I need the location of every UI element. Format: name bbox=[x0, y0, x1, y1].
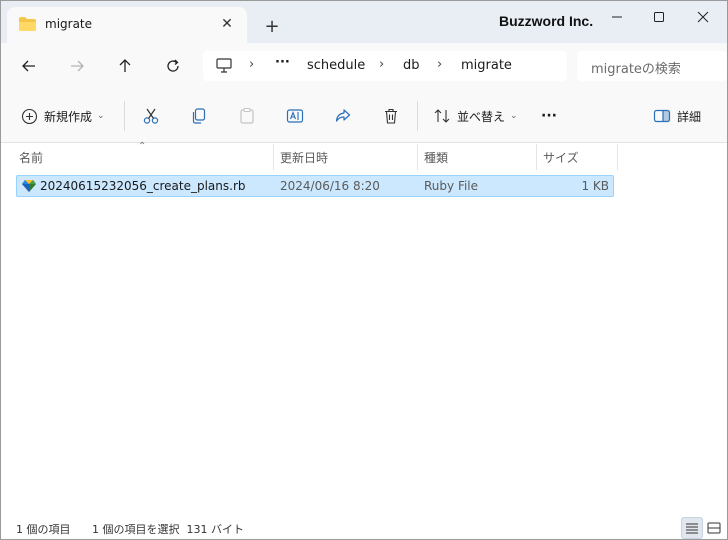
list-view-icon bbox=[686, 523, 698, 534]
cut-button[interactable] bbox=[142, 103, 160, 129]
toolbar-divider bbox=[124, 101, 125, 131]
column-divider[interactable] bbox=[417, 144, 418, 170]
breadcrumb-schedule[interactable]: schedule bbox=[307, 58, 365, 73]
up-button[interactable] bbox=[109, 51, 141, 81]
column-header-modified[interactable]: 更新日時 bbox=[280, 149, 328, 166]
delete-button[interactable] bbox=[382, 103, 400, 129]
watermark-text: Buzzword Inc. bbox=[499, 13, 594, 29]
file-explorer-window: migrate ✕ + Buzzword Inc. › ··· schedule… bbox=[0, 0, 728, 540]
tab-migrate[interactable]: migrate ✕ bbox=[7, 7, 247, 43]
forward-button[interactable] bbox=[61, 51, 93, 81]
selection-info: 1 個の項目を選択 131 バイト bbox=[92, 523, 244, 536]
column-header-type[interactable]: 種類 bbox=[424, 149, 448, 166]
details-view-button[interactable] bbox=[681, 517, 703, 539]
sort-arrows-icon bbox=[434, 109, 450, 123]
file-name: 20240615232056_create_plans.rb bbox=[40, 179, 246, 193]
status-bar: 1 個の項目 1 個の項目を選択 131 バイト bbox=[1, 513, 727, 539]
maximize-icon bbox=[654, 12, 664, 22]
column-header-size[interactable]: サイズ bbox=[543, 149, 579, 166]
chevron-down-icon: ⌄ bbox=[97, 111, 105, 121]
details-pane-label: 詳細 bbox=[677, 109, 702, 124]
minimize-icon bbox=[612, 16, 622, 18]
new-button[interactable]: 新規作成 ⌄ bbox=[21, 103, 105, 129]
scissors-icon bbox=[143, 108, 159, 124]
share-icon bbox=[335, 109, 351, 122]
tab-close-button[interactable]: ✕ bbox=[215, 13, 239, 35]
clipboard-icon bbox=[240, 107, 254, 124]
copy-button[interactable] bbox=[190, 103, 208, 129]
maximize-button[interactable] bbox=[637, 1, 681, 33]
new-tab-button[interactable]: + bbox=[259, 13, 285, 39]
breadcrumb-separator: › bbox=[249, 57, 255, 72]
back-button[interactable] bbox=[13, 51, 45, 81]
paste-button[interactable] bbox=[238, 103, 256, 129]
trash-icon bbox=[385, 108, 397, 124]
details-pane-icon bbox=[653, 109, 671, 123]
breadcrumb-migrate[interactable]: migrate bbox=[461, 58, 512, 73]
close-window-button[interactable] bbox=[681, 1, 725, 33]
refresh-icon bbox=[167, 59, 179, 72]
computer-icon bbox=[216, 58, 232, 73]
breadcrumb-separator: › bbox=[379, 57, 385, 72]
copy-icon bbox=[192, 108, 206, 124]
search-placeholder: migrateの検索 bbox=[591, 62, 681, 77]
new-button-label: 新規作成 bbox=[44, 109, 93, 124]
plus-circle-icon bbox=[21, 108, 38, 124]
column-divider[interactable] bbox=[617, 144, 618, 170]
up-arrow-icon bbox=[119, 59, 131, 72]
chevron-down-icon: ⌄ bbox=[510, 111, 518, 121]
minimize-button[interactable] bbox=[595, 1, 639, 33]
title-bar: migrate ✕ + Buzzword Inc. bbox=[1, 1, 727, 43]
address-bar[interactable]: › ··· schedule › db › migrate bbox=[203, 51, 567, 81]
toolbar-divider bbox=[417, 101, 418, 131]
file-type: Ruby File bbox=[424, 179, 479, 193]
forward-arrow-icon bbox=[71, 60, 84, 72]
close-icon bbox=[697, 11, 709, 23]
more-icon: ··· bbox=[541, 108, 557, 124]
sort-button-label: 並べ替え bbox=[457, 109, 506, 124]
sort-ascending-icon: ⌃ bbox=[138, 141, 147, 152]
breadcrumb-overflow[interactable]: ··· bbox=[275, 55, 290, 70]
details-pane-button[interactable]: 詳細 bbox=[653, 103, 701, 129]
tab-title: migrate bbox=[45, 17, 93, 31]
back-arrow-icon bbox=[22, 60, 35, 72]
search-box[interactable]: migrateの検索 bbox=[577, 51, 727, 81]
breadcrumb-separator: › bbox=[437, 57, 443, 72]
file-modified: 2024/06/16 8:20 bbox=[280, 179, 380, 193]
rename-icon bbox=[286, 109, 304, 123]
tiles-view-button[interactable] bbox=[703, 517, 725, 539]
rename-button[interactable] bbox=[286, 103, 304, 129]
file-size: 1 KB bbox=[581, 179, 609, 193]
column-divider[interactable] bbox=[536, 144, 537, 170]
command-bar: 新規作成 ⌄ 並べ替え ⌄ ··· 詳細 bbox=[1, 89, 727, 143]
column-divider[interactable] bbox=[273, 144, 274, 170]
navigation-bar: › ··· schedule › db › migrate migrateの検索 bbox=[1, 43, 727, 89]
column-header-row: ⌃ 名前 更新日時 種類 サイズ bbox=[1, 141, 727, 170]
breadcrumb-db[interactable]: db bbox=[403, 58, 420, 73]
tiles-view-icon bbox=[707, 522, 721, 534]
more-options-button[interactable]: ··· bbox=[541, 103, 557, 129]
file-row[interactable]: 20240615232056_create_plans.rb 2024/06/1… bbox=[16, 175, 614, 197]
item-count: 1 個の項目 bbox=[16, 523, 71, 536]
column-header-name[interactable]: 名前 bbox=[19, 149, 43, 166]
refresh-button[interactable] bbox=[157, 51, 189, 81]
folder-icon bbox=[19, 17, 36, 31]
sort-button[interactable]: 並べ替え ⌄ bbox=[433, 103, 518, 129]
share-button[interactable] bbox=[334, 103, 352, 129]
ruby-file-icon bbox=[22, 180, 36, 192]
